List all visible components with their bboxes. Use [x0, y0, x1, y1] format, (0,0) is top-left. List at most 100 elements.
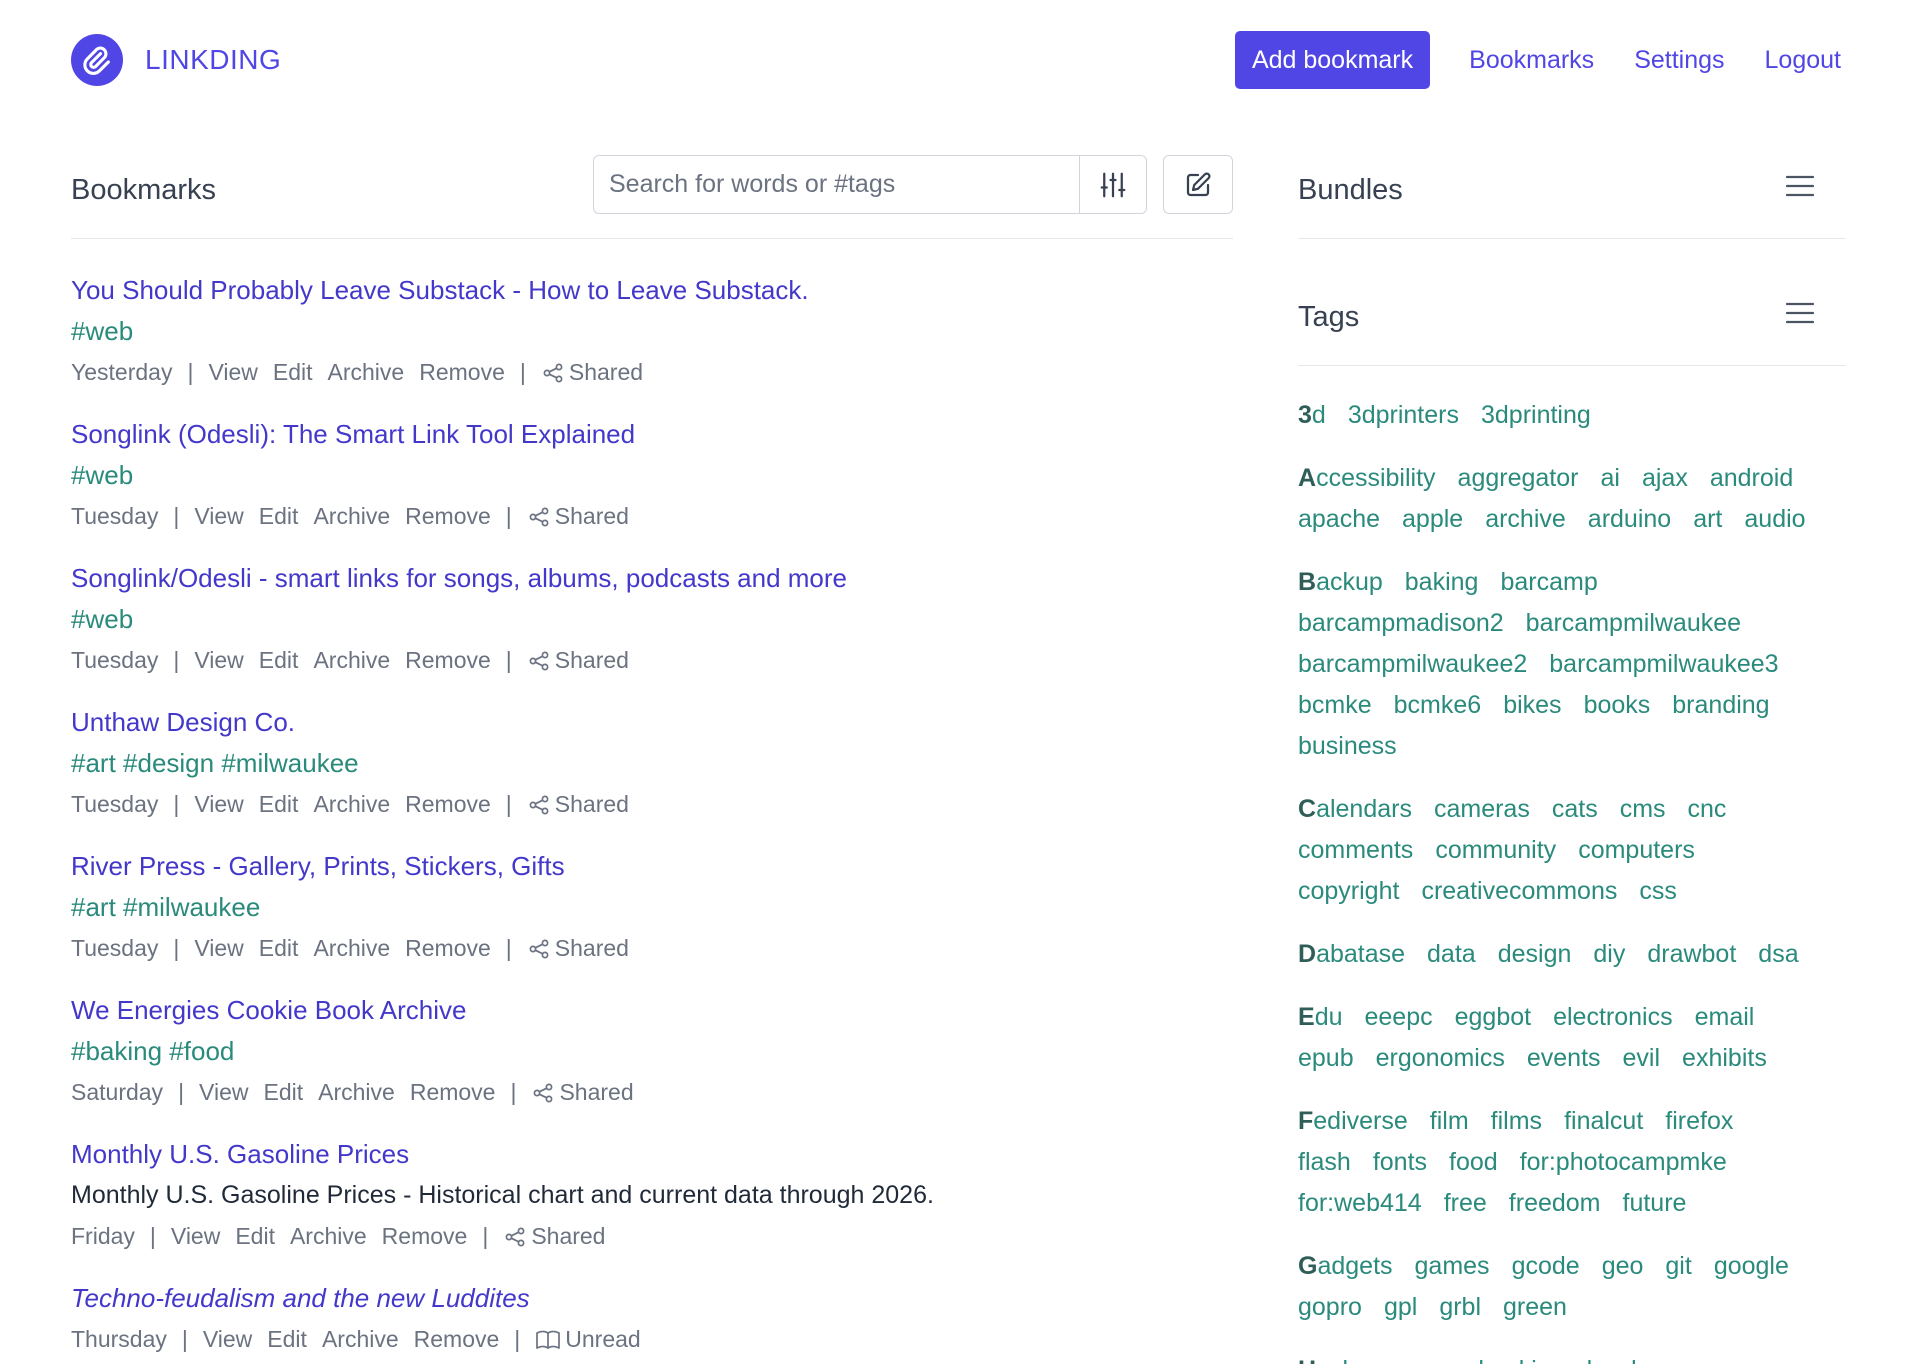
tag-link[interactable]: bcmke	[1298, 691, 1372, 719]
remove-link[interactable]: Remove	[405, 496, 491, 537]
edit-link[interactable]: Edit	[259, 928, 299, 969]
remove-link[interactable]: Remove	[405, 640, 491, 681]
bookmark-tags[interactable]: #art #design #milwaukee	[71, 743, 1233, 784]
tag-link[interactable]: business	[1298, 732, 1397, 760]
tag-link[interactable]: bcmke6	[1394, 691, 1482, 719]
bookmark-title-link[interactable]: Songlink (Odesli): The Smart Link Tool E…	[71, 414, 1233, 455]
tag-link[interactable]: Gadgets	[1298, 1252, 1393, 1280]
search-input[interactable]	[593, 155, 1079, 214]
edit-link[interactable]: Edit	[259, 496, 299, 537]
tag-link[interactable]: eggbot	[1455, 1003, 1531, 1031]
tag-link[interactable]: art	[1693, 505, 1722, 533]
tag-link[interactable]: green	[1503, 1293, 1567, 1321]
view-link[interactable]: View	[194, 784, 243, 825]
view-link[interactable]: View	[199, 1072, 248, 1113]
tag-link[interactable]: epub	[1298, 1044, 1354, 1072]
archive-link[interactable]: Archive	[313, 640, 390, 681]
tag-link[interactable]: Backup	[1298, 568, 1383, 596]
bookmark-title-link[interactable]: You Should Probably Leave Substack - How…	[71, 270, 1233, 311]
tag-link[interactable]: hacking	[1478, 1356, 1564, 1364]
nav-logout[interactable]: Logout	[1765, 46, 1841, 75]
bulk-edit-button[interactable]	[1163, 155, 1233, 214]
tag-link[interactable]: ajax	[1642, 464, 1688, 492]
shared-status[interactable]: Shared	[527, 496, 629, 537]
tag-link[interactable]: comments	[1298, 836, 1413, 864]
bookmark-title-link[interactable]: Songlink/Odesli - smart links for songs,…	[71, 558, 1233, 599]
tag-link[interactable]: exhibits	[1682, 1044, 1767, 1072]
tag-link[interactable]: arduino	[1588, 505, 1671, 533]
tag-link[interactable]: apache	[1298, 505, 1380, 533]
view-link[interactable]: View	[194, 496, 243, 537]
logo[interactable]: LINKDING	[71, 34, 281, 86]
tag-link[interactable]: barcampmilwaukee	[1526, 609, 1741, 637]
shared-status[interactable]: Shared	[527, 784, 629, 825]
tag-link[interactable]: 3d	[1298, 401, 1326, 429]
tag-link[interactable]: Calendars	[1298, 795, 1412, 823]
tag-link[interactable]: Fediverse	[1298, 1107, 1408, 1135]
unread-status[interactable]: Unread	[535, 1319, 641, 1360]
tag-link[interactable]: cms	[1620, 795, 1666, 823]
archive-link[interactable]: Archive	[313, 496, 390, 537]
tag-link[interactable]: apple	[1402, 505, 1463, 533]
tag-link[interactable]: branding	[1672, 691, 1769, 719]
view-link[interactable]: View	[194, 928, 243, 969]
tag-link[interactable]: 3dprinting	[1481, 401, 1591, 429]
tag-link[interactable]: future	[1623, 1189, 1687, 1217]
tag-link[interactable]: ai	[1600, 464, 1619, 492]
tag-link[interactable]: Accessibility	[1298, 464, 1436, 492]
tag-link[interactable]: for:photocampmke	[1520, 1148, 1727, 1176]
remove-link[interactable]: Remove	[410, 1072, 496, 1113]
archive-link[interactable]: Archive	[313, 928, 390, 969]
bookmark-title-link[interactable]: Unthaw Design Co.	[71, 702, 1233, 743]
shared-status[interactable]: Shared	[527, 928, 629, 969]
view-link[interactable]: View	[203, 1319, 252, 1360]
tag-link[interactable]: creativecommons	[1421, 877, 1617, 905]
tag-link[interactable]: design	[1498, 940, 1572, 968]
tag-link[interactable]: baking	[1405, 568, 1479, 596]
tag-link[interactable]: gpl	[1384, 1293, 1417, 1321]
tag-link[interactable]: evil	[1623, 1044, 1661, 1072]
tag-link[interactable]: computers	[1578, 836, 1695, 864]
tag-link[interactable]: community	[1435, 836, 1556, 864]
archive-link[interactable]: Archive	[322, 1319, 399, 1360]
remove-link[interactable]: Remove	[414, 1319, 500, 1360]
tags-menu-button[interactable]	[1784, 297, 1816, 329]
tag-link[interactable]: audio	[1744, 505, 1805, 533]
tag-link[interactable]: google	[1714, 1252, 1789, 1280]
tag-link[interactable]: copyright	[1298, 877, 1399, 905]
bookmark-title-link[interactable]: We Energies Cookie Book Archive	[71, 990, 1233, 1031]
view-link[interactable]: View	[208, 352, 257, 393]
edit-link[interactable]: Edit	[259, 784, 299, 825]
tag-link[interactable]: css	[1639, 877, 1677, 905]
tag-link[interactable]: films	[1491, 1107, 1542, 1135]
tag-link[interactable]: events	[1527, 1044, 1601, 1072]
tag-link[interactable]: bikes	[1503, 691, 1561, 719]
remove-link[interactable]: Remove	[405, 784, 491, 825]
tag-link[interactable]: barcampmilwaukee3	[1549, 650, 1778, 678]
tag-link[interactable]: 3dprinters	[1348, 401, 1459, 429]
bookmark-tags[interactable]: #art #milwaukee	[71, 887, 1233, 928]
view-link[interactable]: View	[194, 640, 243, 681]
tag-link[interactable]: flash	[1298, 1148, 1351, 1176]
tag-link[interactable]: data	[1427, 940, 1476, 968]
tag-link[interactable]: film	[1430, 1107, 1469, 1135]
bookmark-tags[interactable]: #web	[71, 599, 1233, 640]
tag-link[interactable]: hardcore	[1587, 1356, 1686, 1364]
edit-link[interactable]: Edit	[235, 1216, 275, 1257]
tag-link[interactable]: archive	[1485, 505, 1566, 533]
edit-link[interactable]: Edit	[259, 640, 299, 681]
shared-status[interactable]: Shared	[531, 1072, 634, 1113]
bookmark-title-link[interactable]: Monthly U.S. Gasoline Prices	[71, 1134, 1233, 1175]
bookmark-tags[interactable]: #web	[71, 455, 1233, 496]
tag-link[interactable]: for:web414	[1298, 1189, 1422, 1217]
bookmark-tags[interactable]: #web	[71, 311, 1233, 352]
tag-link[interactable]: finalcut	[1564, 1107, 1643, 1135]
shared-status[interactable]: Shared	[541, 352, 643, 393]
tag-link[interactable]: eeepc	[1365, 1003, 1433, 1031]
tag-link[interactable]: cnc	[1688, 795, 1727, 823]
edit-link[interactable]: Edit	[263, 1072, 303, 1113]
tag-link[interactable]: barcamp	[1500, 568, 1597, 596]
tag-link[interactable]: gopro	[1298, 1293, 1362, 1321]
tag-link[interactable]: Edu	[1298, 1003, 1343, 1031]
archive-link[interactable]: Archive	[318, 1072, 395, 1113]
